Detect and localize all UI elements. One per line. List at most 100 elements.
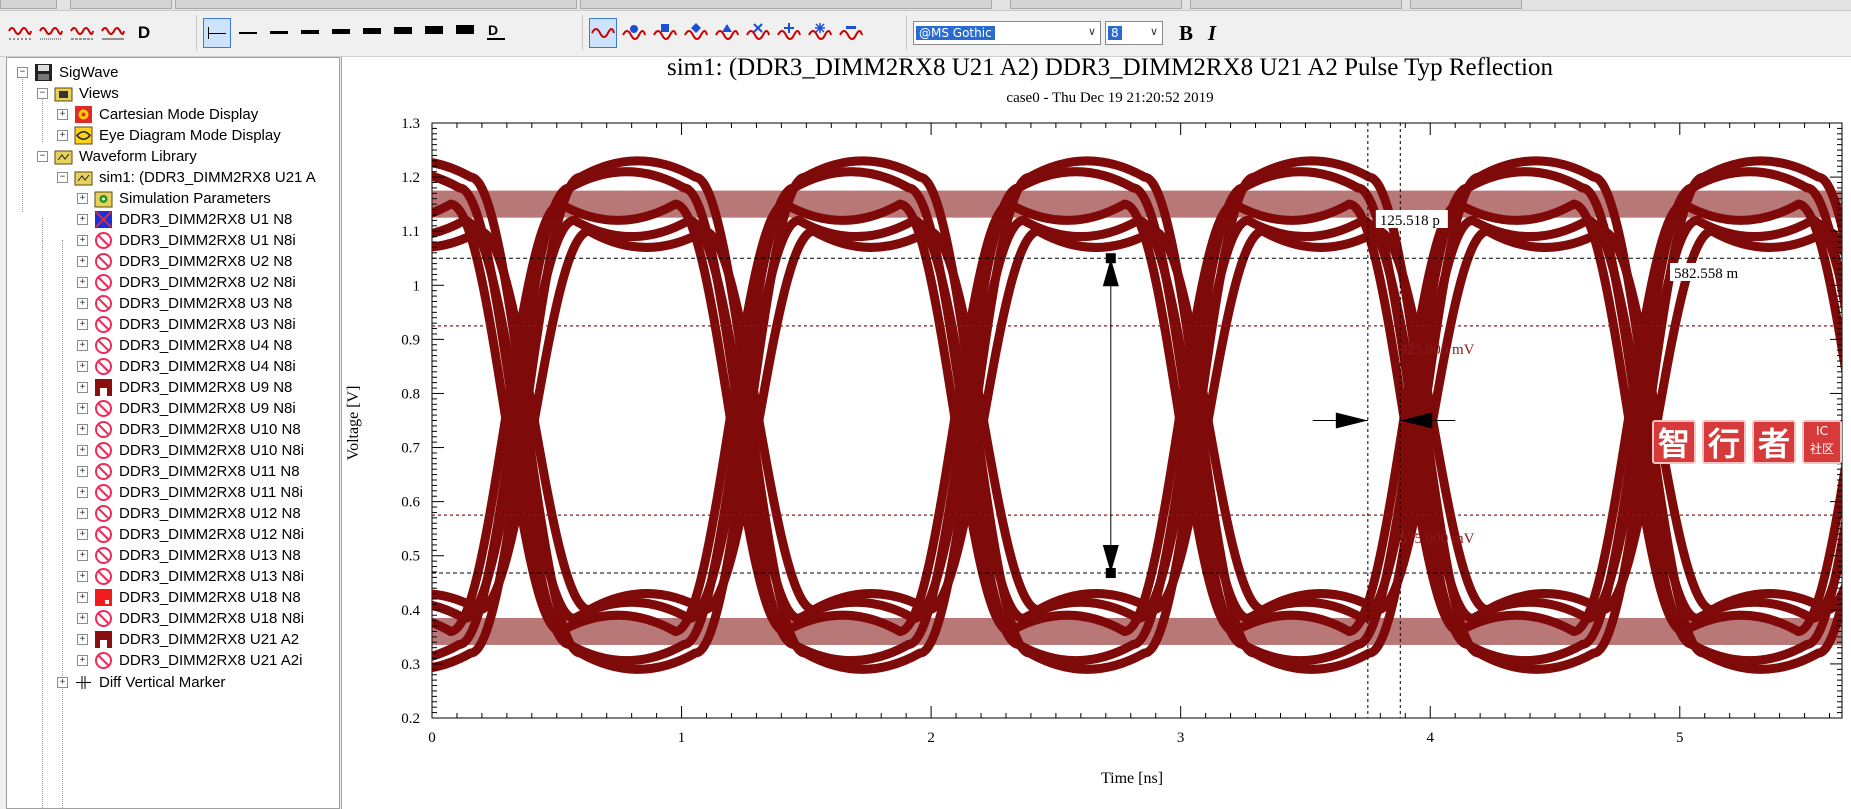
marker-x-icon[interactable] (744, 18, 772, 48)
collapse-icon[interactable]: − (37, 150, 48, 162)
expand-icon[interactable]: + (57, 676, 68, 688)
marker-star-icon[interactable] (806, 18, 834, 48)
tree-item-waveform[interactable]: + DDR3_DIMM2RX8 U18 N8 (77, 586, 301, 608)
tree-item-diff-marker[interactable]: + Diff Vertical Marker (57, 671, 225, 693)
marker-handle[interactable] (1105, 253, 1116, 264)
expand-icon[interactable]: + (57, 129, 68, 141)
tree-item-waveform[interactable]: + DDR3_DIMM2RX8 U10 N8i (77, 439, 304, 461)
tree-item-waveform[interactable]: + DDR3_DIMM2RX8 U11 N8 (77, 460, 300, 482)
tree-panel[interactable]: − SigWave − Views + Cartesian Mode Displ… (6, 57, 340, 809)
font-name-select[interactable]: @MS Gothic ∨ (913, 21, 1101, 45)
tree-item-waveform[interactable]: + DDR3_DIMM2RX8 U18 N8i (77, 607, 304, 629)
tree-item-cartesian-view[interactable]: + Cartesian Mode Display (57, 103, 258, 125)
tree-item-waveform[interactable]: + DDR3_DIMM2RX8 U3 N8i (77, 313, 296, 335)
expand-icon[interactable]: + (77, 234, 88, 246)
tree-item-waveform-library[interactable]: − Waveform Library (37, 145, 197, 167)
tree-label: Waveform Library (79, 147, 197, 165)
text-label-icon[interactable]: D (130, 18, 158, 48)
marker-triangle-icon[interactable] (713, 18, 741, 48)
y-tick-label: 1.1 (401, 224, 420, 240)
tree-item-waveform[interactable]: + DDR3_DIMM2RX8 U9 N8 (77, 376, 292, 398)
expand-icon[interactable]: + (77, 339, 88, 351)
wave-style-1-icon[interactable] (6, 18, 34, 48)
expand-icon[interactable]: + (77, 444, 88, 456)
tree-item-waveform[interactable]: + DDR3_DIMM2RX8 U2 N8i (77, 271, 296, 293)
font-size-select[interactable]: 8 ∨ (1105, 21, 1163, 45)
plot-area[interactable]: 925.000 mV 575.000 mV 125.518 p 582.558 m 0.… (342, 116, 1851, 746)
line-weight-9-icon[interactable] (451, 18, 479, 48)
collapse-icon[interactable]: − (37, 87, 48, 99)
expand-icon[interactable]: + (77, 612, 88, 624)
tree-item-waveform[interactable]: + DDR3_DIMM2RX8 U10 N8 (77, 418, 301, 440)
expand-icon[interactable]: + (77, 255, 88, 267)
expand-icon[interactable]: + (77, 654, 88, 666)
expand-icon[interactable]: + (77, 276, 88, 288)
tree-item-waveform[interactable]: + DDR3_DIMM2RX8 U4 N8i (77, 355, 296, 377)
expand-icon[interactable]: + (77, 570, 88, 582)
tree-item-waveform[interactable]: + DDR3_DIMM2RX8 U21 A2 (77, 628, 299, 650)
collapse-icon[interactable]: − (57, 171, 68, 183)
expand-icon[interactable]: + (77, 402, 88, 414)
tree-item-waveform[interactable]: + DDR3_DIMM2RX8 U3 N8 (77, 292, 292, 314)
chart-panel[interactable]: sim1: (DDR3_DIMM2RX8 U21 A2) DDR3_DIMM2R… (341, 57, 1851, 809)
tree-guide (62, 240, 63, 808)
expand-icon[interactable]: + (77, 318, 88, 330)
tree-item-sim1[interactable]: − sim1: (DDR3_DIMM2RX8 U21 A (57, 166, 316, 188)
tree-item-waveform[interactable]: + DDR3_DIMM2RX8 U12 N8 (77, 502, 301, 524)
expand-icon[interactable]: + (77, 381, 88, 393)
tree-item-eye-view[interactable]: + Eye Diagram Mode Display (57, 124, 281, 146)
marker-square-icon[interactable] (651, 18, 679, 48)
tree-item-waveform[interactable]: + DDR3_DIMM2RX8 U11 N8i (77, 481, 303, 503)
expand-icon[interactable]: + (77, 213, 88, 225)
wave-style-3-icon[interactable] (68, 18, 96, 48)
line-weight-7-icon[interactable] (389, 18, 417, 48)
expand-icon[interactable]: + (77, 591, 88, 603)
tree-item-waveform[interactable]: + DDR3_DIMM2RX8 U1 N8i (77, 229, 296, 251)
marker-circle-icon[interactable] (620, 18, 648, 48)
watermark-badge: IC 社区 (1802, 420, 1842, 464)
marker-dash-icon[interactable] (837, 18, 865, 48)
line-weight-8-icon[interactable] (420, 18, 448, 48)
eye-diagram-chart[interactable]: sim1: (DDR3_DIMM2RX8 U21 A2) DDR3_DIMM2R… (342, 57, 1851, 809)
line-weight-2-icon[interactable] (234, 18, 262, 48)
tree-item-waveform[interactable]: + DDR3_DIMM2RX8 U13 N8 (77, 544, 301, 566)
expand-icon[interactable]: + (77, 549, 88, 561)
expand-icon[interactable]: + (77, 633, 88, 645)
expand-icon[interactable]: + (57, 108, 68, 120)
tree-item-sigwave[interactable]: − SigWave (17, 61, 118, 83)
eye-diagram-view-icon (74, 126, 93, 145)
tree-item-waveform[interactable]: + DDR3_DIMM2RX8 U21 A2i (77, 649, 302, 671)
italic-button[interactable]: I (1199, 21, 1225, 46)
toolbar: D D @MS Gothic ∨ 8 ∨ B I (0, 11, 1851, 57)
line-weight-1-icon[interactable] (203, 18, 231, 48)
expand-icon[interactable]: + (77, 528, 88, 540)
tree-item-sim-params[interactable]: + Simulation Parameters (77, 187, 271, 209)
expand-icon[interactable]: + (77, 423, 88, 435)
line-weight-5-icon[interactable] (327, 18, 355, 48)
line-weight-6-icon[interactable] (358, 18, 386, 48)
tree-item-waveform[interactable]: + DDR3_DIMM2RX8 U4 N8 (77, 334, 292, 356)
expand-icon[interactable]: + (77, 360, 88, 372)
marker-none-icon[interactable] (589, 18, 617, 48)
tree-item-waveform[interactable]: + DDR3_DIMM2RX8 U13 N8i (77, 565, 304, 587)
expand-icon[interactable]: + (77, 297, 88, 309)
wave-style-2-icon[interactable] (37, 18, 65, 48)
tree-item-waveform[interactable]: + DDR3_DIMM2RX8 U9 N8i (77, 397, 296, 419)
collapse-icon[interactable]: − (17, 66, 28, 78)
expand-icon[interactable]: + (77, 486, 88, 498)
line-weight-3-icon[interactable] (265, 18, 293, 48)
marker-handle[interactable] (1105, 568, 1116, 579)
line-weight-text-icon[interactable]: D (482, 18, 510, 48)
marker-diamond-icon[interactable] (682, 18, 710, 48)
tree-item-waveform[interactable]: + DDR3_DIMM2RX8 U12 N8i (77, 523, 304, 545)
expand-icon[interactable]: + (77, 507, 88, 519)
tree-item-waveform[interactable]: + DDR3_DIMM2RX8 U1 N8 (77, 208, 292, 230)
tree-item-views[interactable]: − Views (37, 82, 119, 104)
line-weight-4-icon[interactable] (296, 18, 324, 48)
bold-button[interactable]: B (1173, 21, 1199, 46)
marker-plus-icon[interactable] (775, 18, 803, 48)
tree-item-waveform[interactable]: + DDR3_DIMM2RX8 U2 N8 (77, 250, 292, 272)
expand-icon[interactable]: + (77, 192, 88, 204)
expand-icon[interactable]: + (77, 465, 88, 477)
wave-style-4-icon[interactable] (99, 18, 127, 48)
